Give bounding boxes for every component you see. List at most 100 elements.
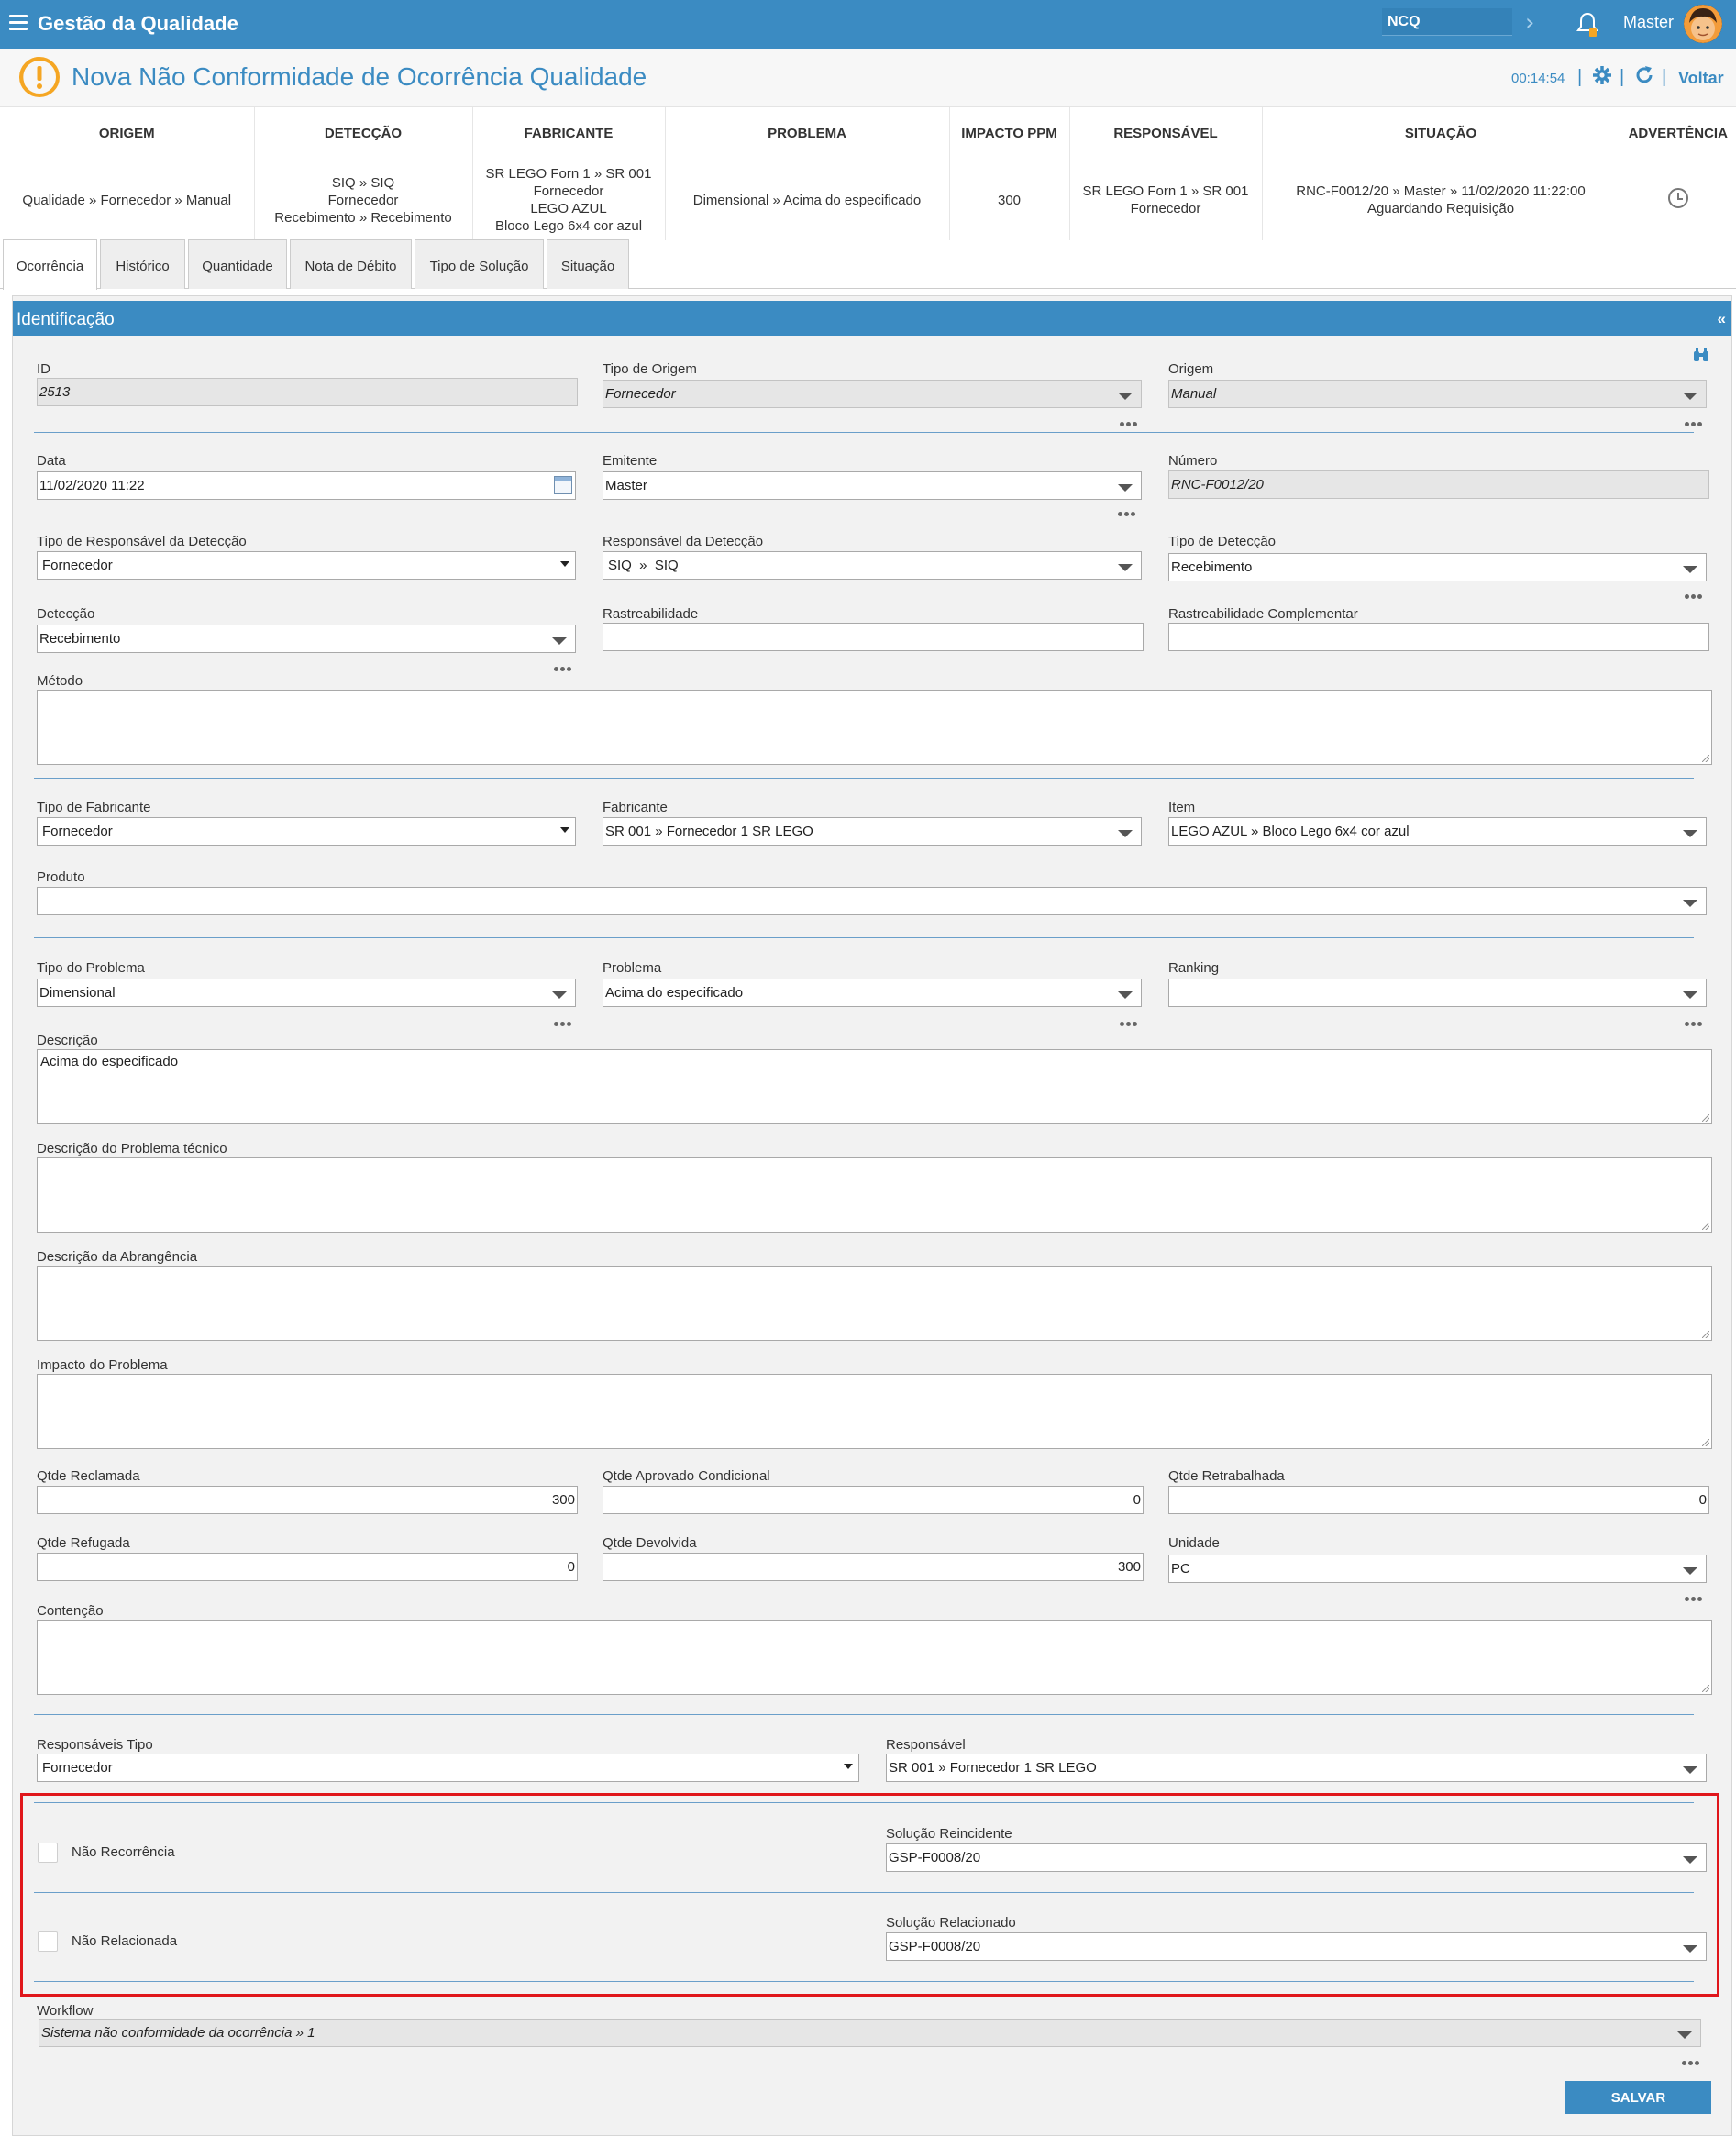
tab-tipo-solucao[interactable]: Tipo de Solução <box>415 239 544 289</box>
problema-select[interactable]: Acima do especificado <box>603 979 1142 1007</box>
contencao-textarea[interactable] <box>37 1620 1712 1695</box>
more-dots-icon[interactable] <box>1118 504 1138 516</box>
tipo-fabricante-select[interactable]: Fornecedor <box>37 817 576 846</box>
more-dots-icon[interactable] <box>1120 1014 1140 1026</box>
chevron-down-icon <box>1683 1766 1697 1774</box>
more-dots-icon[interactable] <box>1682 2053 1702 2065</box>
top-bar: Gestão da Qualidade NCQ › Master <box>0 0 1736 49</box>
desc-abrangencia-label: Descrição da Abrangência <box>37 1249 198 1265</box>
tab-nota-debito[interactable]: Nota de Débito <box>290 239 412 289</box>
tipo-origem-label: Tipo de Origem <box>603 361 697 377</box>
select-value: Sistema não conformidade da ocorrência »… <box>41 2025 315 2041</box>
nao-recorrencia-checkbox[interactable] <box>38 1843 58 1863</box>
solucao-reincidente-select[interactable]: GSP-F0008/20 <box>886 1843 1707 1872</box>
panel-header[interactable]: Identificação « <box>13 301 1731 336</box>
more-dots-icon[interactable] <box>554 659 574 671</box>
more-dots-icon[interactable] <box>1685 587 1705 599</box>
separator: | <box>1577 67 1583 87</box>
user-name[interactable]: Master <box>1623 13 1674 32</box>
divider <box>34 1802 1694 1803</box>
col-header-situacao: SITUAÇÃO <box>1262 107 1620 160</box>
impacto-textarea[interactable] <box>37 1374 1712 1449</box>
ranking-select[interactable] <box>1168 979 1707 1007</box>
rastreabilidade-input[interactable] <box>603 623 1144 651</box>
tab-quantidade[interactable]: Quantidade <box>188 239 287 289</box>
metodo-textarea[interactable] <box>37 690 1712 765</box>
origem-label: Origem <box>1168 361 1214 377</box>
qtde-aprovado-input[interactable]: 0 <box>603 1486 1144 1514</box>
more-dots-icon[interactable] <box>1685 1589 1705 1601</box>
module-search-input[interactable]: NCQ <box>1382 8 1512 36</box>
select-value: SR 001 » Fornecedor 1 SR LEGO <box>605 824 813 839</box>
save-button[interactable]: SALVAR <box>1565 2081 1711 2114</box>
tipo-fabricante-label: Tipo de Fabricante <box>37 800 151 815</box>
cell-responsavel: SR LEGO Forn 1 » SR 001 Fornecedor <box>1069 160 1263 240</box>
produto-label: Produto <box>37 869 85 885</box>
chevron-down-icon <box>552 991 567 999</box>
more-dots-icon[interactable] <box>1685 1014 1705 1026</box>
clock-icon[interactable] <box>1667 187 1688 208</box>
more-dots-icon[interactable] <box>1120 415 1140 426</box>
cell-line: LEGO AZUL <box>530 201 607 217</box>
select-value: LEGO AZUL » Bloco Lego 6x4 cor azul <box>1171 824 1410 839</box>
tipo-origem-select: Fornecedor <box>603 380 1142 408</box>
resp-tipo-select[interactable]: Fornecedor <box>37 1754 859 1782</box>
page-header: Nova Não Conformidade de Ocorrência Qual… <box>0 49 1736 107</box>
tipo-resp-deteccao-select[interactable]: Fornecedor <box>37 551 576 580</box>
select-value: Recebimento <box>1171 559 1253 575</box>
cell-line: Fornecedor <box>327 192 399 208</box>
desc-tecnico-textarea[interactable] <box>37 1157 1712 1233</box>
resp-deteccao-select[interactable]: SIQ » SIQ <box>603 551 1142 580</box>
item-select[interactable]: LEGO AZUL » Bloco Lego 6x4 cor azul <box>1168 817 1707 846</box>
data-field[interactable]: 11/02/2020 11:22 <box>37 471 576 500</box>
chevron-right-icon[interactable]: › <box>1525 9 1534 37</box>
nao-recorrencia-label: Não Recorrência <box>72 1844 175 1860</box>
cell-situacao: RNC-F0012/20 » Master » 11/02/2020 11:22… <box>1262 160 1620 240</box>
solucao-relacionado-select[interactable]: GSP-F0008/20 <box>886 1932 1707 1961</box>
binoculars-icon[interactable] <box>1692 346 1710 364</box>
cell-line: SIQ » SIQ <box>331 174 395 191</box>
tipo-deteccao-select[interactable]: Recebimento <box>1168 553 1707 581</box>
qtde-retrabalhada-input[interactable]: 0 <box>1168 1486 1709 1514</box>
deteccao-select[interactable]: Recebimento <box>37 625 576 653</box>
workflow-select: Sistema não conformidade da ocorrência »… <box>39 2019 1701 2047</box>
tab-situacao[interactable]: Situação <box>547 239 629 289</box>
tipo-problema-select[interactable]: Dimensional <box>37 979 576 1007</box>
chevron-down-icon <box>560 827 569 833</box>
hamburger-menu-icon[interactable] <box>9 15 28 31</box>
qtde-refugada-input[interactable]: 0 <box>37 1553 578 1581</box>
cell-line: Recebimento » Recebimento <box>274 209 452 226</box>
cell-line: SR LEGO Forn 1 » SR 001 <box>485 166 652 183</box>
produto-select[interactable] <box>37 887 1707 915</box>
emitente-select[interactable]: Master <box>603 471 1142 500</box>
more-dots-icon[interactable] <box>554 1014 574 1026</box>
back-link[interactable]: Voltar <box>1678 69 1724 88</box>
responsavel-select[interactable]: SR 001 » Fornecedor 1 SR LEGO <box>886 1754 1707 1782</box>
collapse-icon[interactable]: « <box>1718 310 1726 328</box>
cell-line: Aguardando Requisição <box>1366 201 1515 217</box>
gear-icon[interactable] <box>1592 65 1612 85</box>
refresh-icon[interactable] <box>1634 65 1654 85</box>
rastreabilidade-comp-input[interactable] <box>1168 623 1709 651</box>
tab-historico[interactable]: Histórico <box>100 239 185 289</box>
descricao-textarea[interactable]: Acima do especificado <box>37 1049 1712 1124</box>
rastreabilidade-comp-label: Rastreabilidade Complementar <box>1168 606 1358 622</box>
chevron-down-icon <box>844 1764 853 1769</box>
desc-abrangencia-textarea[interactable] <box>37 1266 1712 1341</box>
more-dots-icon[interactable] <box>1685 415 1705 426</box>
cell-line: Bloco Lego 6x4 cor azul <box>494 218 643 235</box>
col-header-fabricante: FABRICANTE <box>472 107 666 160</box>
cell-line: RNC-F0012/20 » Master » 11/02/2020 11:22… <box>1296 183 1586 200</box>
chevron-down-icon <box>1683 393 1697 400</box>
qtde-devolvida-input[interactable]: 300 <box>603 1553 1144 1581</box>
fabricante-select[interactable]: SR 001 » Fornecedor 1 SR LEGO <box>603 817 1142 846</box>
tab-ocorrencia[interactable]: Ocorrência <box>3 239 97 290</box>
calendar-icon[interactable] <box>554 476 572 494</box>
qtde-reclamada-input[interactable]: 300 <box>37 1486 578 1514</box>
unidade-select[interactable]: PC <box>1168 1555 1707 1583</box>
bell-icon[interactable] <box>1576 11 1599 37</box>
select-value: PC <box>1171 1561 1190 1577</box>
nao-relacionada-checkbox[interactable] <box>38 1931 58 1952</box>
avatar[interactable] <box>1684 5 1722 43</box>
separator: | <box>1662 67 1667 87</box>
